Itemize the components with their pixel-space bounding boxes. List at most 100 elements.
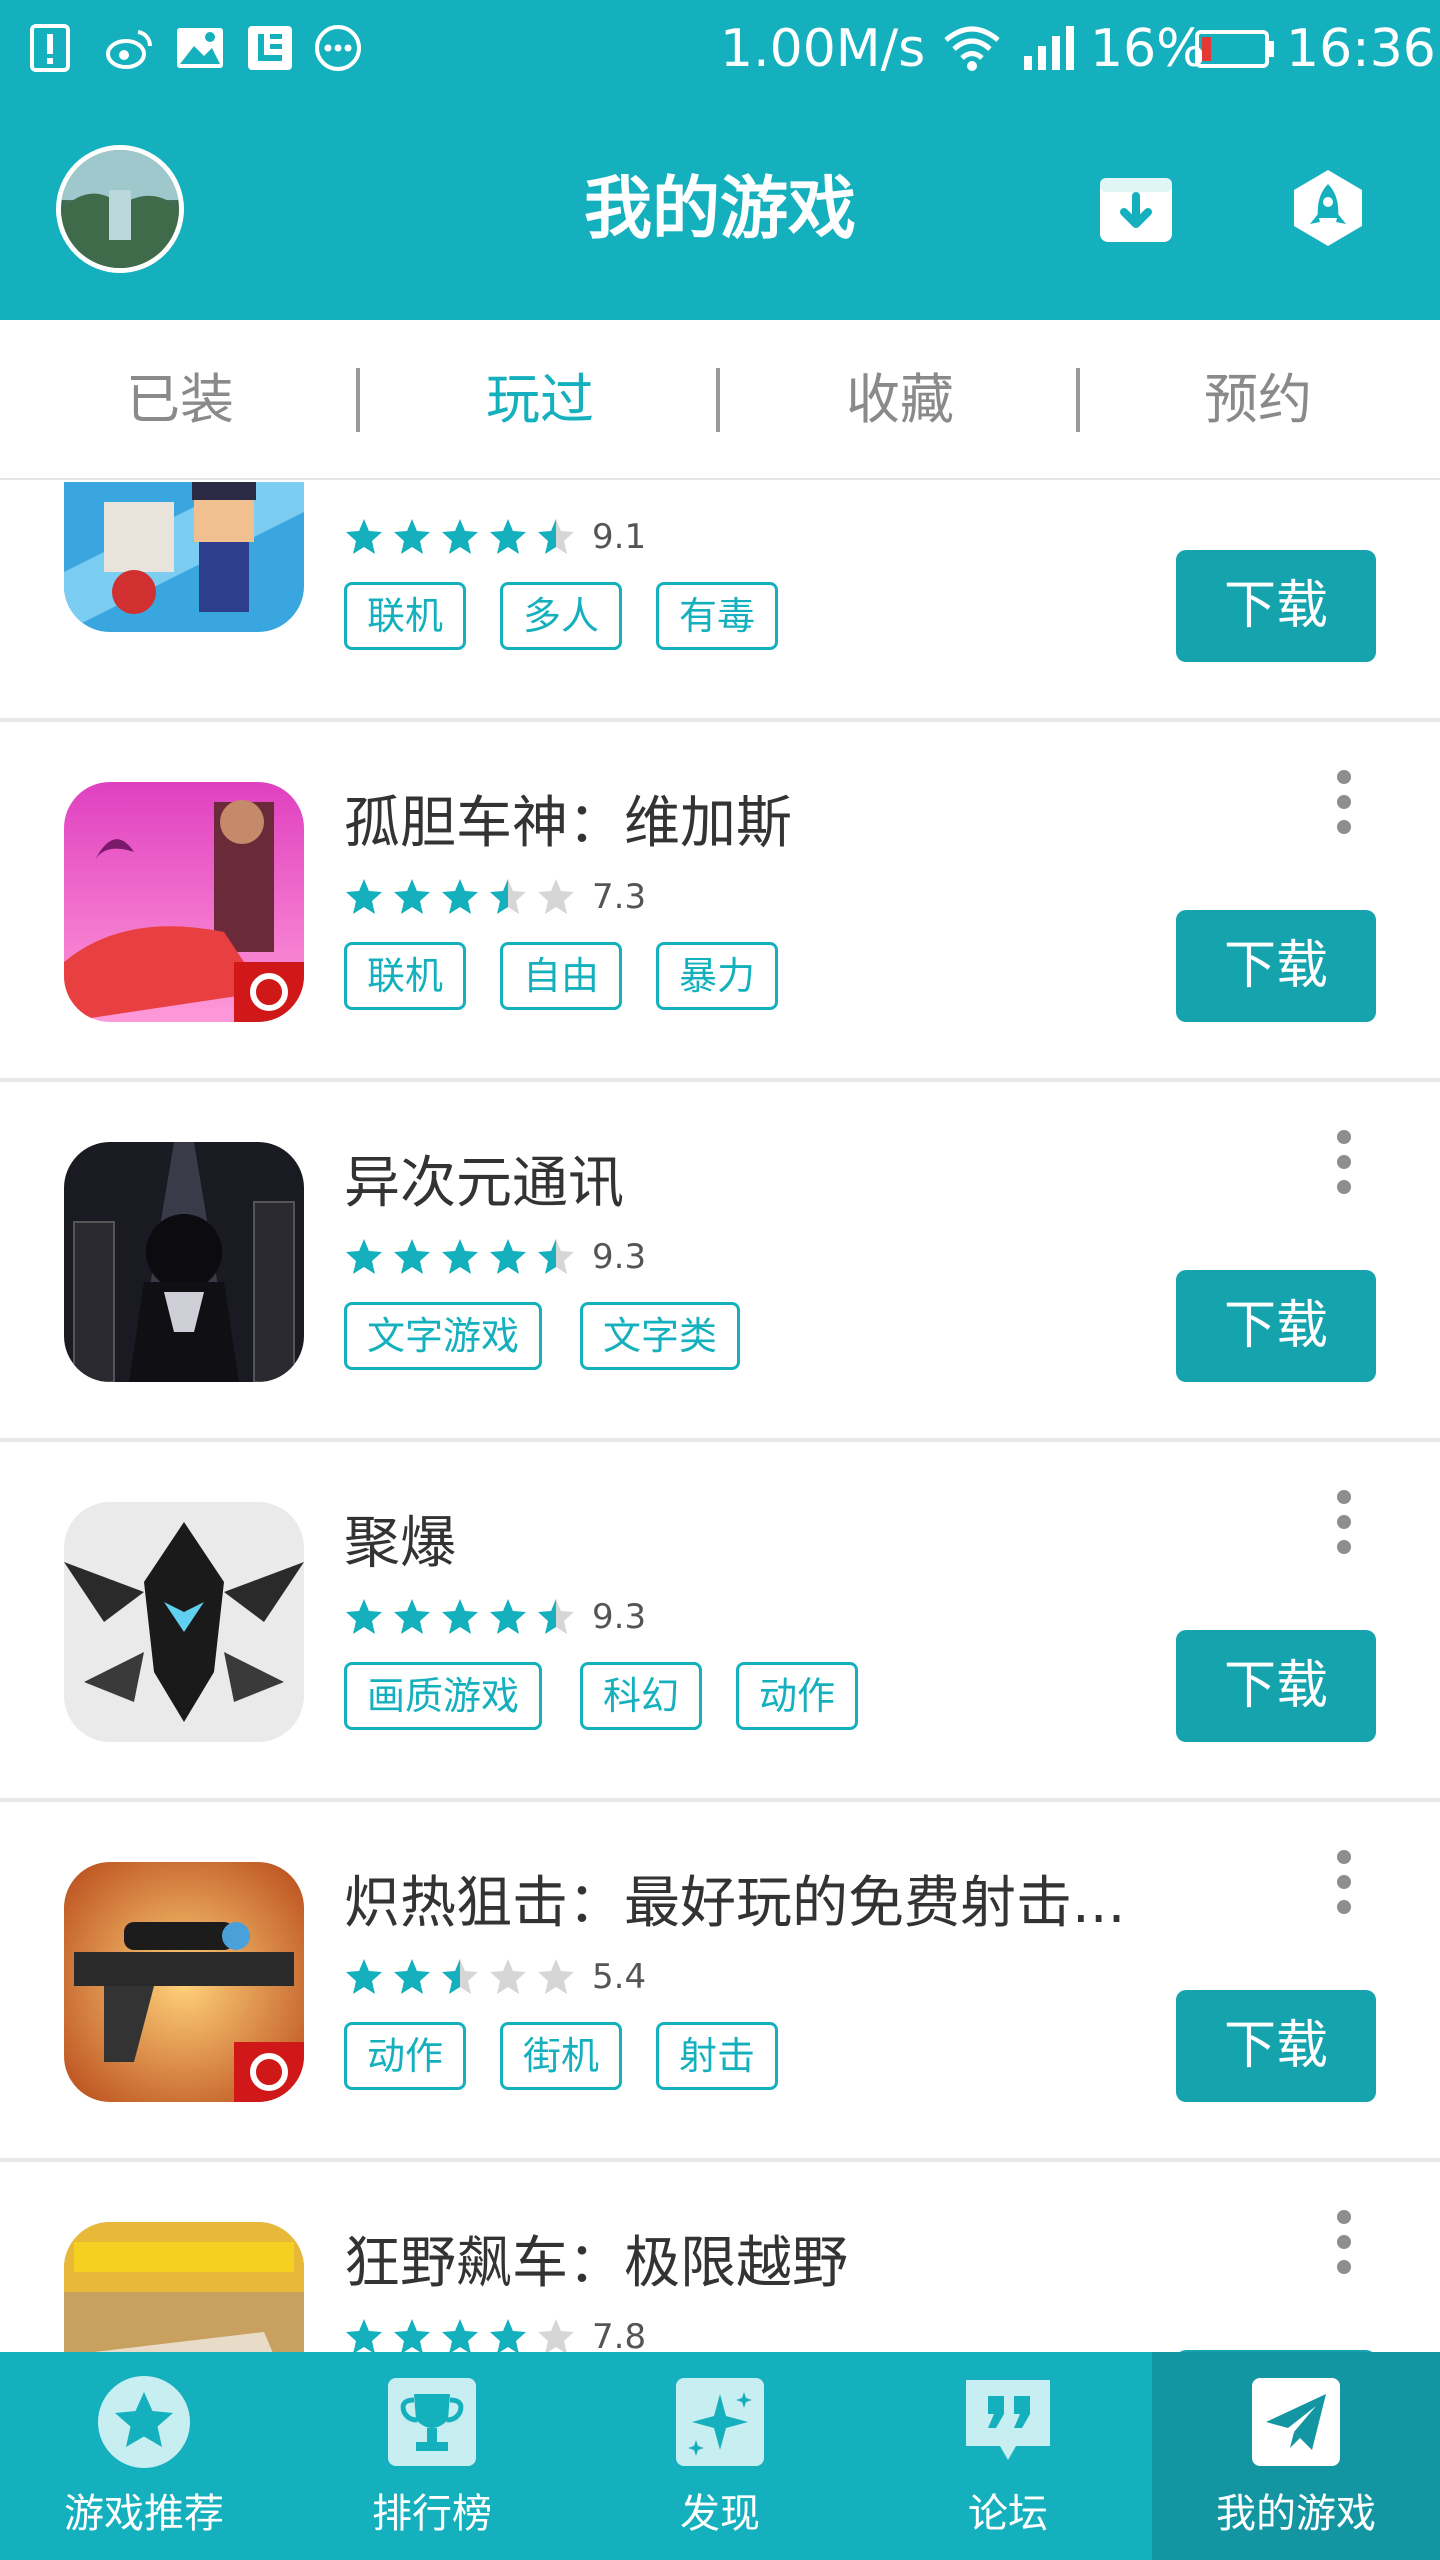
list-item[interactable]: 炽热狙击：最好玩的免费射击... 5.4 动作 街机 射击 下载 <box>0 1802 1440 2162</box>
more-options-icon[interactable] <box>1328 1122 1360 1202</box>
download-box-icon[interactable] <box>1098 170 1174 246</box>
tag-badge[interactable]: 文字类 <box>580 1302 741 1370</box>
tag-badge[interactable]: 暴力 <box>656 942 779 1010</box>
paper-plane-icon <box>1250 2376 1342 2468</box>
star-icon <box>490 879 526 914</box>
star-icon <box>538 519 574 554</box>
tag-badge[interactable]: 动作 <box>344 2022 467 2090</box>
nav-item-discover[interactable]: 发现 <box>576 2352 864 2560</box>
star-icon <box>490 1239 526 1274</box>
star-icon <box>442 879 478 914</box>
star-icon <box>490 2319 526 2352</box>
nav-label: 发现 <box>680 2491 760 2537</box>
gallery-icon <box>174 22 223 74</box>
download-button[interactable]: 下载 <box>1176 910 1376 1022</box>
game-list[interactable]: 9.1 联机 多人 有毒 下载 孤胆车神：维加斯 7.3 联机 自由 暴力 下载… <box>0 482 1440 2352</box>
star-icon <box>394 1239 430 1274</box>
app-header: 1.00M/s 16% 16:36 我的游戏 <box>0 0 1440 320</box>
game-name: 异次元通讯 <box>344 1151 624 1216</box>
star-icon <box>442 1959 478 1994</box>
tag-badge[interactable]: 画质游戏 <box>344 1662 543 1730</box>
star-icon <box>394 2319 430 2352</box>
rating-score: 9.3 <box>592 1237 647 1277</box>
tag-badge[interactable]: 多人 <box>500 582 623 650</box>
avatar[interactable] <box>56 145 184 273</box>
list-item[interactable]: 孤胆车神：维加斯 7.3 联机 自由 暴力 下载 <box>0 722 1440 1082</box>
rating-score: 9.1 <box>592 517 647 557</box>
rating-score: 5.4 <box>592 1957 647 1997</box>
more-options-icon[interactable] <box>1328 1482 1360 1562</box>
tag-badge[interactable]: 射击 <box>656 2022 779 2090</box>
battery-icon <box>1194 22 1276 74</box>
battery-level: 16% <box>1090 19 1206 79</box>
star-icon <box>346 1959 382 1994</box>
tag-badge[interactable]: 自由 <box>500 942 623 1010</box>
dark-city-girl-icon <box>64 1142 304 1382</box>
star-icon <box>490 519 526 554</box>
alert-icon <box>26 22 74 74</box>
download-button[interactable]: 下载 <box>1176 1270 1376 1382</box>
star-icon <box>538 1239 574 1274</box>
download-button[interactable]: 下载 <box>1176 550 1376 662</box>
tag-badge[interactable]: 文字游戏 <box>344 1302 543 1370</box>
nav-item-forum[interactable]: 论坛 <box>864 2352 1152 2560</box>
network-speed: 1.00M/s <box>720 19 926 79</box>
rating-score: 7.3 <box>592 877 647 917</box>
weibo-icon <box>104 22 153 74</box>
tag-badge[interactable]: 联机 <box>344 942 467 1010</box>
rating-score: 7.8 <box>592 2317 647 2352</box>
tab-played[interactable]: 玩过 <box>430 320 650 480</box>
star-icon <box>538 1599 574 1634</box>
tab-reservations[interactable]: 预约 <box>1148 320 1368 480</box>
bottom-nav: 游戏推荐 排行榜 发现 论坛 我的游戏 <box>0 2352 1440 2560</box>
tab-favorites[interactable]: 收藏 <box>790 320 1010 480</box>
star-icon <box>346 519 382 554</box>
sniper-rifle-icon <box>64 1862 304 2102</box>
rocket-icon[interactable] <box>1290 170 1366 246</box>
nav-item-my-games[interactable]: 我的游戏 <box>1152 2352 1440 2560</box>
tab-divider <box>716 368 720 432</box>
clock: 16:36 <box>1286 19 1436 79</box>
signal-icon <box>1022 22 1078 74</box>
star-icon <box>394 1959 430 1994</box>
star-icon <box>346 1239 382 1274</box>
list-item[interactable]: 狂野飙车：极限越野 7.8 下载 <box>0 2162 1440 2352</box>
trophy-icon <box>386 2376 478 2468</box>
download-button[interactable]: 下载 <box>1176 1990 1376 2102</box>
more-options-icon[interactable] <box>1328 2202 1360 2282</box>
list-item[interactable]: 9.1 联机 多人 有毒 下载 <box>0 482 1440 722</box>
star-icon <box>98 2376 190 2468</box>
download-button[interactable]: 下载 <box>1176 1630 1376 1742</box>
star-icon <box>442 1599 478 1634</box>
quote-bubble-icon <box>962 2376 1054 2468</box>
game-name <box>344 482 1124 504</box>
game-name: 炽热狙击：最好玩的免费射击... <box>344 1871 1124 1936</box>
tab-installed[interactable]: 已装 <box>70 320 290 480</box>
list-item[interactable]: 聚爆 9.3 画质游戏 科幻 动作 下载 <box>0 1442 1440 1802</box>
game-name: 聚爆 <box>344 1511 456 1576</box>
mech-robot-icon <box>64 1502 304 1742</box>
tab-divider <box>356 368 360 432</box>
tag-badge[interactable]: 联机 <box>344 582 467 650</box>
game-name: 孤胆车神：维加斯 <box>344 791 792 856</box>
star-icon <box>490 1599 526 1634</box>
star-icon <box>346 2319 382 2352</box>
more-options-icon[interactable] <box>1328 762 1360 842</box>
nav-item-ranking[interactable]: 排行榜 <box>288 2352 576 2560</box>
nav-label: 排行榜 <box>372 2491 492 2537</box>
more-options-icon[interactable] <box>1328 1842 1360 1922</box>
tag-badge[interactable]: 科幻 <box>580 1662 703 1730</box>
star-icon <box>490 1959 526 1994</box>
tag-badge[interactable]: 动作 <box>736 1662 859 1730</box>
tag-badge[interactable]: 有毒 <box>656 582 779 650</box>
nav-label: 游戏推荐 <box>64 2491 224 2537</box>
list-item[interactable]: 异次元通讯 9.3 文字游戏 文字类 下载 <box>0 1082 1440 1442</box>
rating-score: 9.3 <box>592 1597 647 1637</box>
nav-item-recommend[interactable]: 游戏推荐 <box>0 2352 288 2560</box>
tab-bar: 已装 玩过 收藏 预约 <box>0 320 1440 480</box>
tag-badge[interactable]: 街机 <box>500 2022 623 2090</box>
page-title: 我的游戏 <box>583 170 856 249</box>
nav-label: 论坛 <box>968 2491 1048 2537</box>
star-icon <box>442 519 478 554</box>
star-icon <box>538 2319 574 2352</box>
